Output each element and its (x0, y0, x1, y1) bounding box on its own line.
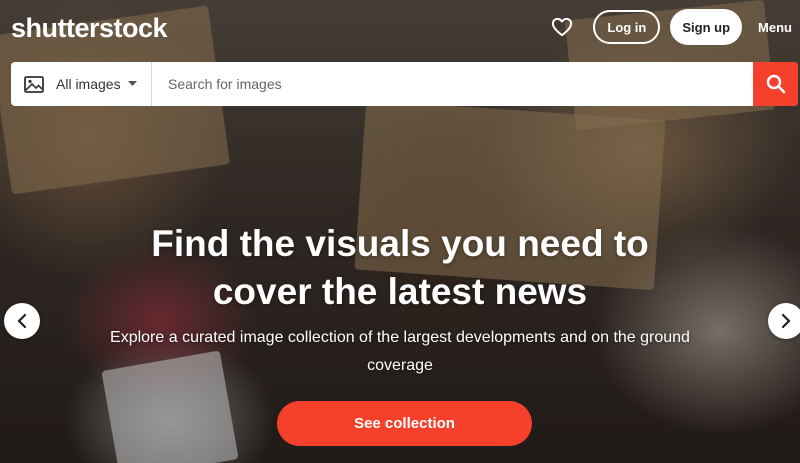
image-type-label: All images (56, 76, 121, 92)
search-bar: All images (11, 62, 798, 106)
hero-title: Find the visuals you need to cover the l… (0, 220, 800, 316)
hero-title-line1: Find the visuals you need to (151, 223, 649, 264)
search-button[interactable] (753, 62, 798, 106)
page: shutterstock Log in Sign up Menu All ima… (0, 0, 800, 463)
login-button[interactable]: Log in (593, 10, 661, 44)
shutterstock-logo[interactable]: shutterstock (11, 13, 168, 44)
carousel-prev-button[interactable] (4, 303, 40, 339)
search-icon (766, 74, 786, 94)
chevron-down-icon (127, 81, 137, 87)
menu-button[interactable]: Menu (758, 20, 792, 35)
hero-subtitle: Explore a curated image collection of th… (110, 329, 690, 374)
chevron-left-icon (17, 314, 27, 328)
heart-icon[interactable] (549, 14, 575, 40)
search-input[interactable] (152, 62, 753, 106)
carousel-next-button[interactable] (768, 303, 800, 339)
chevron-right-icon (781, 314, 791, 328)
image-icon (24, 75, 44, 93)
header-actions: Log in Sign up Menu (549, 9, 792, 45)
hero-title-line2: cover the latest news (212, 271, 588, 312)
image-type-dropdown[interactable]: All images (11, 62, 152, 106)
signup-button[interactable]: Sign up (670, 9, 743, 45)
see-collection-button[interactable]: See collection (277, 401, 532, 446)
